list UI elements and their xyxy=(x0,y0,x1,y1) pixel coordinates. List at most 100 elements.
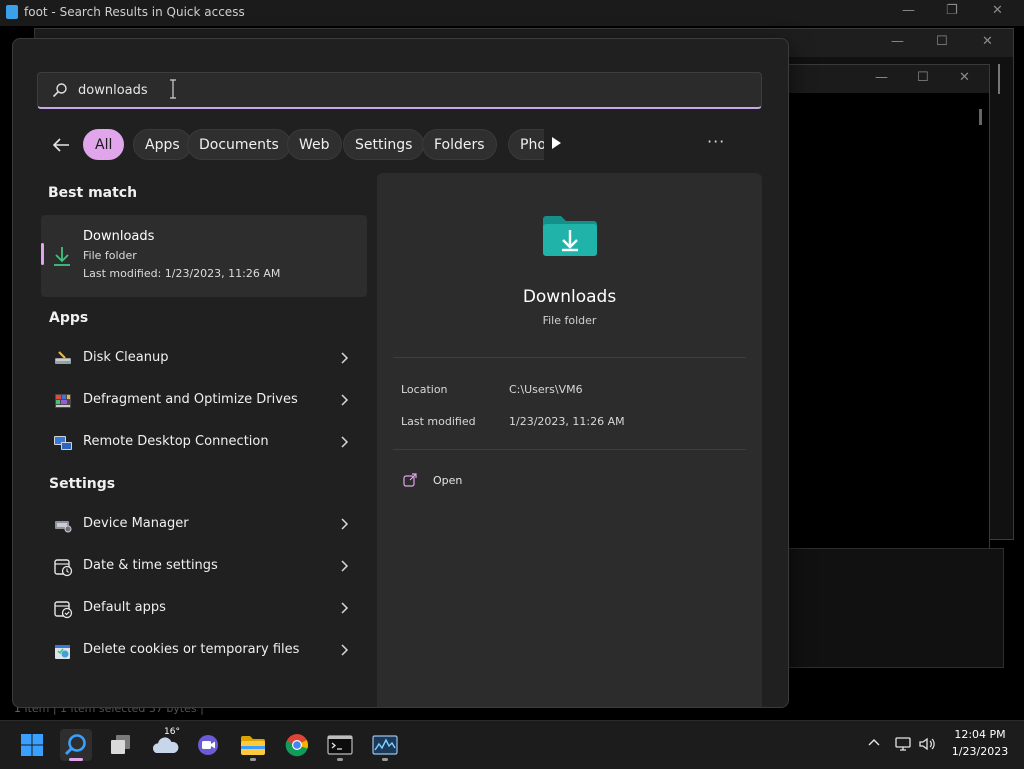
preview-pane: Downloads File folder Location C:\Users\… xyxy=(377,173,762,707)
setting-item-device-manager[interactable]: Device Manager xyxy=(41,505,367,545)
chrome-icon xyxy=(285,734,309,757)
task-view-button[interactable] xyxy=(105,729,137,761)
clock-date[interactable]: 1/23/2023 xyxy=(940,745,1020,758)
scrollbar[interactable] xyxy=(998,64,1008,94)
app-item-label: Defragment and Optimize Drives xyxy=(83,392,298,407)
filter-chip-photos[interactable]: Pho xyxy=(508,129,544,160)
chevron-right-icon[interactable] xyxy=(339,351,349,365)
defrag-icon xyxy=(55,394,71,408)
setting-item-label: Device Manager xyxy=(83,516,189,531)
close-icon[interactable]: ✕ xyxy=(959,70,970,85)
maximize-icon[interactable]: ☐ xyxy=(936,34,948,49)
best-match-type: File folder xyxy=(83,249,137,262)
location-value: C:\Users\VM6 xyxy=(509,383,583,396)
close-icon[interactable]: ✕ xyxy=(992,3,1003,18)
search-icon xyxy=(64,734,86,756)
clock-time[interactable]: 12:04 PM xyxy=(940,728,1020,741)
app-item-label: Remote Desktop Connection xyxy=(83,434,269,449)
modified-label: Last modified xyxy=(401,415,476,428)
filter-chip-all[interactable]: All xyxy=(83,129,125,160)
app-item-label: Disk Cleanup xyxy=(83,350,169,365)
volume-icon[interactable] xyxy=(918,735,936,753)
app-item-remote-desktop[interactable]: Remote Desktop Connection xyxy=(41,423,367,463)
settings-heading: Settings xyxy=(49,476,116,492)
modified-value: 1/23/2023, 11:26 AM xyxy=(509,415,625,428)
back-arrow-icon[interactable] xyxy=(49,133,73,157)
chevron-right-icon[interactable] xyxy=(339,393,349,407)
remote-desktop-icon xyxy=(54,436,72,450)
divider xyxy=(393,357,746,358)
disk-cleanup-icon xyxy=(55,351,71,364)
scrollbar-thumb[interactable] xyxy=(979,109,982,125)
maximize-icon[interactable]: ❐ xyxy=(946,3,958,18)
task-view-icon xyxy=(111,735,130,754)
best-match-modified: Last modified: 1/23/2023, 11:26 AM xyxy=(83,267,281,280)
chrome-button[interactable] xyxy=(281,729,313,761)
search-flyout: downloads All Apps Documents Web Setting… xyxy=(12,38,789,708)
open-action[interactable]: Open xyxy=(433,474,462,487)
running-indicator xyxy=(382,758,388,761)
search-query-text: downloads xyxy=(78,83,148,98)
setting-item-default-apps[interactable]: Default apps xyxy=(41,589,367,629)
minimize-icon[interactable]: — xyxy=(875,70,888,85)
date-time-icon xyxy=(54,559,73,577)
filter-chip-web[interactable]: Web xyxy=(287,129,342,160)
minimize-icon[interactable]: — xyxy=(891,34,904,49)
preview-type: File folder xyxy=(542,314,597,327)
chevron-right-icon[interactable] xyxy=(339,601,349,615)
scroll-filters-right-icon[interactable] xyxy=(552,137,561,149)
terminal-button[interactable] xyxy=(324,729,356,761)
best-match-item[interactable]: Downloads File folder Last modified: 1/2… xyxy=(41,215,367,297)
close-icon[interactable]: ✕ xyxy=(982,34,993,49)
file-explorer-icon xyxy=(241,736,265,755)
open-external-icon xyxy=(403,473,417,487)
setting-item-label: Date & time settings xyxy=(83,558,218,573)
start-button[interactable] xyxy=(16,729,48,761)
chevron-right-icon[interactable] xyxy=(339,435,349,449)
chevron-right-icon[interactable] xyxy=(339,643,349,657)
active-indicator xyxy=(69,758,83,761)
filter-chip-settings[interactable]: Settings xyxy=(343,129,425,160)
best-match-heading: Best match xyxy=(48,185,138,201)
background-console-window: — ☐ ✕ xyxy=(788,64,990,550)
filter-chip-folders[interactable]: Folders xyxy=(422,129,497,160)
best-match-name: Downloads xyxy=(83,229,155,244)
selection-indicator xyxy=(41,243,44,265)
download-arrow-icon xyxy=(54,247,70,266)
resource-monitor-button[interactable] xyxy=(369,729,401,761)
background-console-titlebar: — ☐ ✕ xyxy=(789,65,989,93)
app-item-defragment[interactable]: Defragment and Optimize Drives xyxy=(41,381,367,421)
search-input[interactable]: downloads xyxy=(37,72,762,109)
meet-button[interactable] xyxy=(192,729,224,761)
chevron-right-icon[interactable] xyxy=(339,517,349,531)
maximize-icon[interactable]: ☐ xyxy=(917,70,929,85)
taskbar-search-button[interactable] xyxy=(60,729,92,761)
apps-heading: Apps xyxy=(49,310,89,326)
background-explorer-titlebar: foot - Search Results in Quick access — … xyxy=(0,0,1024,26)
background-window-title: foot - Search Results in Quick access xyxy=(24,5,245,19)
resource-monitor-icon xyxy=(372,735,398,755)
widgets-button[interactable]: 16° xyxy=(150,727,182,761)
location-label: Location xyxy=(401,383,448,396)
setting-item-label: Delete cookies or temporary files xyxy=(83,642,300,657)
filter-chip-apps[interactable]: Apps xyxy=(133,129,192,160)
text-cursor-icon xyxy=(170,79,176,99)
running-indicator xyxy=(337,758,343,761)
file-explorer-button[interactable] xyxy=(237,729,269,761)
filter-chip-documents[interactable]: Documents xyxy=(187,129,291,160)
minimize-icon[interactable]: — xyxy=(902,3,915,18)
running-indicator xyxy=(250,758,256,761)
setting-item-delete-cookies[interactable]: Delete cookies or temporary files xyxy=(41,631,367,671)
weather-temperature: 16° xyxy=(164,727,180,737)
preview-title: Downloads xyxy=(522,287,617,307)
background-window-lower xyxy=(788,548,1004,668)
show-hidden-icons-chevron[interactable] xyxy=(868,737,880,749)
meet-icon xyxy=(198,735,218,755)
chevron-right-icon[interactable] xyxy=(339,559,349,573)
app-item-disk-cleanup[interactable]: Disk Cleanup xyxy=(41,339,367,379)
network-icon[interactable] xyxy=(894,735,912,753)
more-options-button[interactable]: ··· xyxy=(707,132,725,151)
start-icon xyxy=(21,734,43,756)
setting-item-date-time[interactable]: Date & time settings xyxy=(41,547,367,587)
device-manager-icon xyxy=(55,521,72,533)
